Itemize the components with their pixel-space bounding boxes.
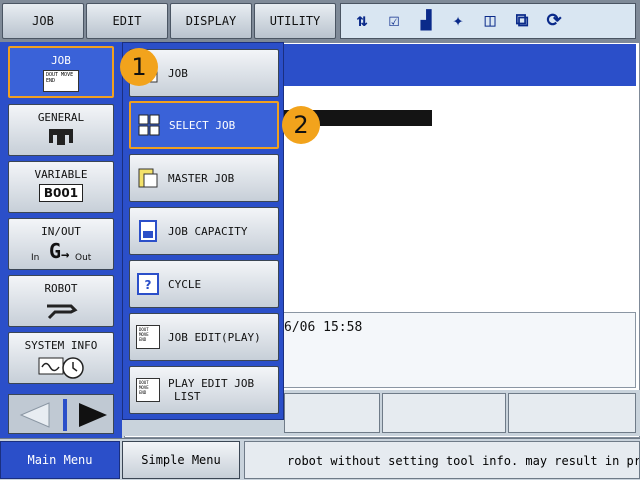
- submenu-cycle-label: CYCLE: [168, 277, 202, 291]
- top-menu-utility[interactable]: UTILITY: [254, 3, 336, 39]
- callout-badge-1: 1: [120, 48, 158, 86]
- svg-text:?: ?: [145, 278, 152, 292]
- signal-level-icon: ▟: [420, 10, 432, 31]
- main-menu-system-info[interactable]: SYSTEM INFO: [8, 332, 114, 384]
- submenu-select-job-label: SELECT JOB: [169, 118, 236, 132]
- submenu-job-capacity[interactable]: JOB CAPACITY: [129, 207, 279, 255]
- main-menu-button[interactable]: Main Menu: [0, 441, 120, 479]
- tool-icon: [49, 129, 73, 145]
- main-menu-general-label: GENERAL: [37, 111, 85, 124]
- workspace-button-1[interactable]: [284, 393, 380, 433]
- clock-wave-icon: [38, 357, 84, 379]
- main-menu-variable[interactable]: VARIABLE B001: [8, 161, 114, 213]
- bottom-bar: Main Menu Simple Menu robot without sett…: [0, 438, 640, 480]
- workspace-button-2[interactable]: [382, 393, 506, 433]
- main-menu-panel: JOB DOUT MOVE END GENERAL VARIABLE B001 …: [0, 42, 122, 438]
- submenu-play-edit-job-list-label: PLAY EDIT JOB LIST: [168, 377, 254, 403]
- submenu-job-edit-play[interactable]: DOUT MOVE END JOB EDIT(PLAY): [129, 313, 279, 361]
- job-document-icon: DOUT MOVE END: [136, 325, 160, 349]
- label-line-2: LIST: [174, 390, 201, 403]
- page-separator-icon: [63, 399, 67, 431]
- arrow-right-icon[interactable]: [75, 401, 111, 429]
- top-menu-display[interactable]: DISPLAY: [170, 3, 252, 39]
- job-document-icon: DOUT MOVE END: [43, 70, 79, 92]
- robot-arm-icon: [47, 304, 78, 320]
- submenu-job-label: JOB: [168, 66, 188, 80]
- submenu-play-edit-job-list[interactable]: DOUT MOVE END PLAY EDIT JOB LIST: [129, 366, 279, 414]
- main-menu-robot[interactable]: ROBOT: [8, 275, 114, 327]
- select-job-icon: [138, 114, 160, 136]
- arrow-right-icon: →: [61, 247, 70, 263]
- cycle-icon: ◫: [484, 10, 496, 31]
- in-out-icon: G → In Out: [31, 239, 92, 265]
- cycle-icon: ?: [137, 273, 159, 295]
- main-menu-job[interactable]: JOB DOUT MOVE END: [8, 46, 114, 98]
- submenu-select-job[interactable]: SELECT JOB: [129, 101, 279, 149]
- main-menu-in-out-label: IN/OUT: [41, 225, 81, 238]
- label-line-1: PLAY EDIT JOB: [168, 377, 255, 390]
- workspace-button-3[interactable]: [508, 393, 636, 433]
- submenu-cycle[interactable]: ? CYCLE: [129, 260, 279, 308]
- in-label: In: [31, 253, 40, 263]
- status-icon-strip: ⇅ ☑ ▟ ✦ ◫ ⧉ ⟳: [340, 3, 636, 39]
- top-menu-job[interactable]: JOB: [2, 3, 84, 39]
- arrow-left-icon[interactable]: [17, 401, 53, 429]
- out-label: Out: [75, 253, 92, 263]
- top-menu-edit[interactable]: EDIT: [86, 3, 168, 39]
- message-line: robot without setting tool info. may res…: [244, 441, 640, 479]
- master-job-icon: [138, 168, 158, 188]
- callout-badge-2: 2: [282, 106, 320, 144]
- output-icon: ⧉: [515, 10, 529, 31]
- submenu-master-job[interactable]: MASTER JOB: [129, 154, 279, 202]
- program-icon: ⟳: [546, 10, 562, 31]
- robot-icon: ✦: [452, 10, 464, 31]
- simple-menu-button[interactable]: Simple Menu: [122, 441, 240, 479]
- main-menu-in-out[interactable]: IN/OUT G → In Out: [8, 218, 114, 270]
- edit-mode-icon: ☑: [388, 10, 400, 31]
- main-menu-system-info-label: SYSTEM INFO: [24, 339, 98, 352]
- page-arrow-bar: [8, 394, 114, 434]
- workspace-title-bar: [280, 44, 636, 86]
- top-menu-bar: JOB EDIT DISPLAY UTILITY ⇅ ☑ ▟ ✦ ◫ ⧉ ⟳: [0, 0, 640, 42]
- job-capacity-icon: [139, 220, 157, 242]
- variable-icon: B001: [39, 184, 83, 202]
- plug-icon: G: [49, 239, 62, 263]
- workspace-datetime: 6/06 15:58: [284, 320, 363, 335]
- main-menu-variable-label: VARIABLE: [34, 168, 88, 181]
- submenu-job-edit-play-label: JOB EDIT(PLAY): [168, 330, 261, 344]
- job-document-icon: DOUT MOVE END: [136, 378, 160, 402]
- main-menu-robot-label: ROBOT: [44, 282, 78, 295]
- submenu-job-capacity-label: JOB CAPACITY: [168, 224, 248, 238]
- coordinate-icon: ⇅: [356, 10, 368, 31]
- job-submenu: JOB SELECT JOB MASTER JOB JOB CAPACITY ?…: [122, 42, 284, 420]
- main-menu-job-label: JOB: [51, 54, 71, 67]
- main-menu-general[interactable]: GENERAL: [8, 104, 114, 156]
- submenu-master-job-label: MASTER JOB: [168, 171, 235, 185]
